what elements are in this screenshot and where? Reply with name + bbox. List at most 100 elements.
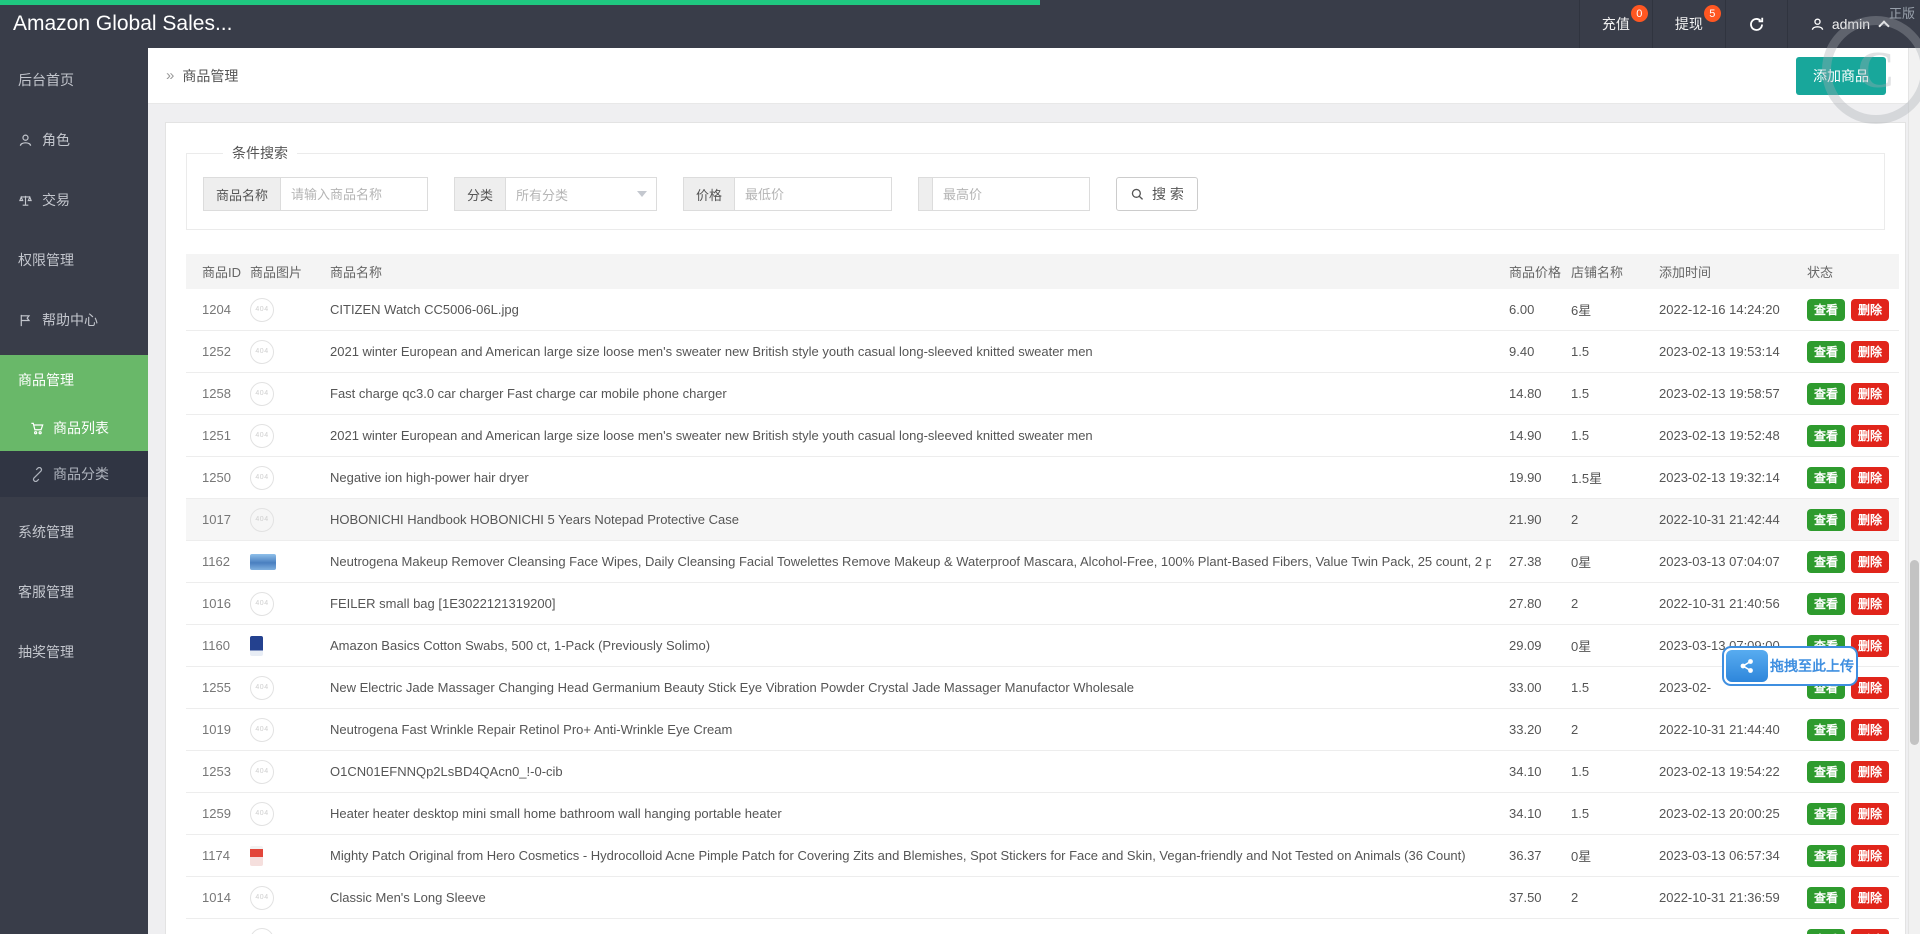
delete-button[interactable]: 删除 <box>1851 467 1889 489</box>
product-image-cell: 404 <box>250 718 330 742</box>
delete-button[interactable]: 删除 <box>1851 845 1889 867</box>
delete-button[interactable]: 删除 <box>1851 509 1889 531</box>
view-button[interactable]: 查看 <box>1807 467 1845 489</box>
image-404-placeholder: 404 <box>250 676 274 700</box>
delete-button[interactable]: 删除 <box>1851 719 1889 741</box>
product-price-cell: 9.40 <box>1491 344 1571 359</box>
added-time-cell: 2023-02-13 20:00:25 <box>1659 806 1807 821</box>
table-row: 1162 Neutrogena Makeup Remover Cleansing … <box>186 541 1899 583</box>
product-name-cell: FEILER small bag [1E3022121319200] <box>330 596 1491 611</box>
recharge-button[interactable]: 充值 0 <box>1579 0 1652 48</box>
image-404-placeholder: 404 <box>250 466 274 490</box>
view-button[interactable]: 查看 <box>1807 299 1845 321</box>
view-button[interactable]: 查看 <box>1807 887 1845 909</box>
product-price-cell: 33.20 <box>1491 722 1571 737</box>
max-price-group <box>918 177 1090 211</box>
vertical-scrollbar-thumb[interactable] <box>1910 560 1919 745</box>
chevron-down-icon <box>637 191 647 202</box>
sidebar-item-permissions[interactable]: 权限管理 <box>0 235 148 285</box>
product-id-cell: 1016 <box>186 596 250 611</box>
delete-button[interactable]: 删除 <box>1851 299 1889 321</box>
delete-button[interactable]: 删除 <box>1851 341 1889 363</box>
table-row: 1016404FEILER small bag [1E3022121319200… <box>186 583 1899 625</box>
product-id-cell: 1258 <box>186 386 250 401</box>
product-id-cell: 1160 <box>186 638 250 653</box>
sidebar-item-label: 客服管理 <box>18 582 74 602</box>
view-button[interactable]: 查看 <box>1807 593 1845 615</box>
drag-upload-dropzone[interactable]: 拖拽至此上传 <box>1722 646 1858 686</box>
sidebar-item-trade[interactable]: 交易 <box>0 175 148 225</box>
status-cell: 查看删除 <box>1807 761 1899 783</box>
sidebar-item-lottery[interactable]: 抽奖管理 <box>0 627 148 677</box>
main-area: » 商品管理 添加商品 条件搜索 商品名称 分类 所有分类 价格 <box>148 48 1908 934</box>
refresh-button[interactable] <box>1725 0 1787 48</box>
max-price-input[interactable] <box>932 177 1090 211</box>
view-button[interactable]: 查看 <box>1807 803 1845 825</box>
product-id-cell: 1162 <box>186 554 250 569</box>
product-image-cell: 404 <box>250 592 330 616</box>
status-cell: 查看删除 <box>1807 887 1899 909</box>
sidebar-item-product-category[interactable]: 商品分类 <box>0 451 148 497</box>
product-name-cell: New Electric Jade Massager Changing Head… <box>330 680 1491 695</box>
delete-button[interactable]: 删除 <box>1851 551 1889 573</box>
view-button[interactable]: 查看 <box>1807 383 1845 405</box>
sidebar-item-dashboard[interactable]: 后台首页 <box>0 55 148 105</box>
sidebar-item-label: 权限管理 <box>18 250 74 270</box>
product-id-cell: 1204 <box>186 302 250 317</box>
add-product-button[interactable]: 添加商品 <box>1796 57 1886 95</box>
product-image-cell: 404 <box>250 508 330 532</box>
refresh-icon <box>1748 16 1765 33</box>
min-price-input[interactable] <box>734 177 892 211</box>
table-row: 1258404Fast charge qc3.0 car charger Fas… <box>186 373 1899 415</box>
view-button[interactable]: 查看 <box>1807 761 1845 783</box>
delete-button[interactable]: 删除 <box>1851 761 1889 783</box>
sidebar-item-customer-service[interactable]: 客服管理 <box>0 567 148 617</box>
status-cell: 查看删除 <box>1807 467 1899 489</box>
withdraw-button[interactable]: 提现 5 <box>1652 0 1725 48</box>
category-label: 分类 <box>454 177 505 211</box>
column-header: 商品价格 <box>1491 262 1571 281</box>
sidebar-item-product-management[interactable]: 商品管理 <box>0 355 148 405</box>
view-button[interactable]: 查看 <box>1807 341 1845 363</box>
view-button[interactable]: 查看 <box>1807 719 1845 741</box>
product-price-cell: 6.00 <box>1491 302 1571 317</box>
table-row: 1017404HOBONICHI Handbook HOBONICHI 5 Ye… <box>186 499 1899 541</box>
table-row: 1204404CITIZEN Watch CC5006-06L.jpg6.006… <box>186 289 1899 331</box>
added-time-cell: 2022-10-31 21:36:59 <box>1659 890 1807 905</box>
column-header: 状态 <box>1807 262 1899 281</box>
withdraw-badge: 5 <box>1704 5 1721 22</box>
product-table: 商品ID商品图片商品名称商品价格店铺名称添加时间状态 1204404CITIZE… <box>186 254 1899 934</box>
product-image-cell: 404 <box>250 298 330 322</box>
image-404-placeholder: 404 <box>250 886 274 910</box>
sidebar-item-roles[interactable]: 角色 <box>0 115 148 165</box>
search-button[interactable]: 搜 索 <box>1116 177 1198 211</box>
delete-button[interactable]: 删除 <box>1851 383 1889 405</box>
image-404-placeholder: 404 <box>250 340 274 364</box>
search-fieldset: 条件搜索 商品名称 分类 所有分类 价格 <box>186 143 1885 230</box>
sidebar-item-help-center[interactable]: 帮助中心 <box>0 295 148 345</box>
delete-button[interactable]: 删除 <box>1851 425 1889 447</box>
view-button[interactable]: 查看 <box>1807 509 1845 531</box>
view-button[interactable]: 查看 <box>1807 425 1845 447</box>
delete-button[interactable]: 删除 <box>1851 593 1889 615</box>
max-price-addon <box>918 177 932 211</box>
view-button[interactable]: 查看 <box>1807 551 1845 573</box>
category-select[interactable]: 所有分类 <box>505 177 657 211</box>
product-image-cell: 404 <box>250 424 330 448</box>
delete-button[interactable]: 删除 <box>1851 887 1889 909</box>
view-button[interactable]: 查看 <box>1807 929 1845 934</box>
delete-button[interactable]: 删除 <box>1851 929 1889 934</box>
sidebar-item-product-list[interactable]: 商品列表 <box>0 405 148 451</box>
sidebar-item-system[interactable]: 系统管理 <box>0 507 148 557</box>
view-button[interactable]: 查看 <box>1807 845 1845 867</box>
product-name-group: 商品名称 <box>203 177 428 211</box>
cloud-share-icon <box>1726 650 1768 682</box>
product-name-cell: Neutrogena Makeup Remover Cleansing Face… <box>330 554 1491 569</box>
table-row: 1160Amazon Basics Cotton Swabs, 500 ct, … <box>186 625 1899 667</box>
added-time-cell: 2023-02-13 19:32:14 <box>1659 470 1807 485</box>
product-id-cell: 1174 <box>186 848 250 863</box>
delete-button[interactable]: 删除 <box>1851 803 1889 825</box>
user-name: admin <box>1832 16 1870 32</box>
sidebar-nav: 后台首页角色交易权限管理帮助中心商品管理商品列表商品分类系统管理客服管理抽奖管理 <box>0 48 148 934</box>
product-name-input[interactable] <box>280 177 428 211</box>
